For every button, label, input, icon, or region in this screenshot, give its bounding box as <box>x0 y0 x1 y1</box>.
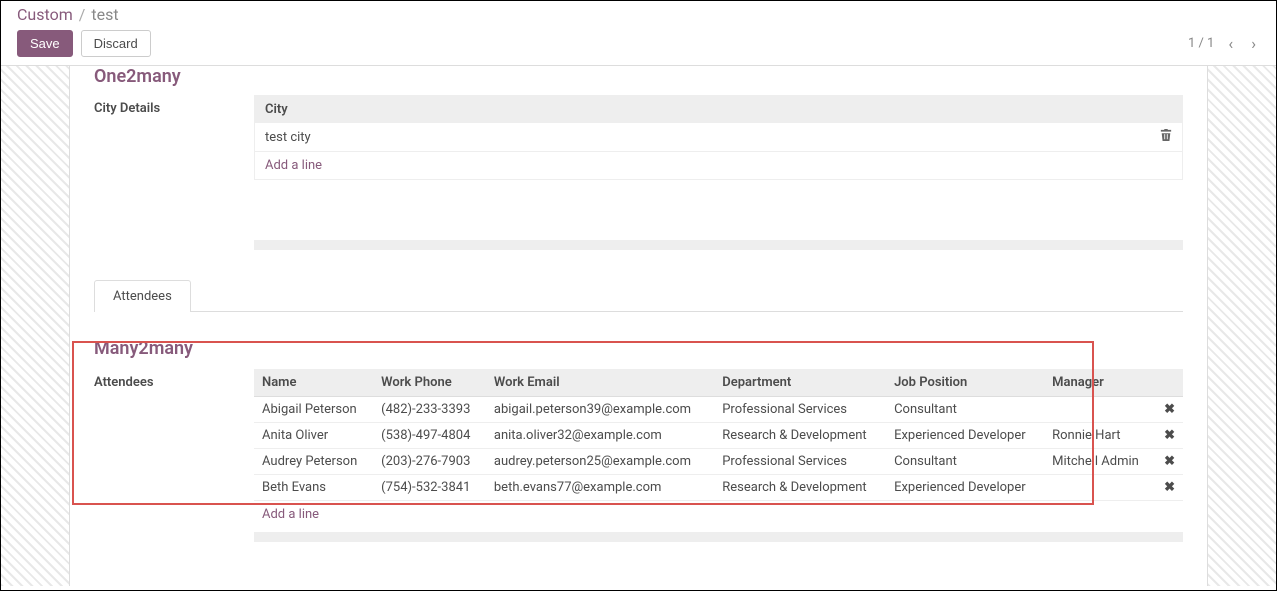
cell-phone: (538)-497-4804 <box>373 423 486 449</box>
scrollbar[interactable] <box>254 240 1183 250</box>
cell-mgr: Mitchell Admin <box>1044 449 1154 475</box>
save-button[interactable]: Save <box>17 30 73 57</box>
col-phone: Work Phone <box>373 369 486 397</box>
cell-name: Anita Oliver <box>254 423 373 449</box>
breadcrumb: Custom / test <box>17 5 1260 24</box>
close-icon[interactable]: ✖ <box>1154 475 1183 501</box>
pager-prev-icon[interactable]: ‹ <box>1224 34 1237 53</box>
cell-job: Experienced Developer <box>886 423 1044 449</box>
cell-job: Experienced Developer <box>886 475 1044 501</box>
pager-text: 1 / 1 <box>1188 36 1214 51</box>
cell-email: audrey.peterson25@example.com <box>486 449 714 475</box>
table-row[interactable]: Anita Oliver(538)-497-4804anita.oliver32… <box>254 423 1183 449</box>
cell-dept: Professional Services <box>714 397 886 423</box>
breadcrumb-sep: / <box>79 5 86 24</box>
cell-job: Consultant <box>886 397 1044 423</box>
tab-attendees[interactable]: Attendees <box>94 280 191 312</box>
one2many-title: One2many <box>94 66 1183 87</box>
stripe-right <box>1208 66 1276 586</box>
cell-phone: (482)-233-3393 <box>373 397 486 423</box>
add-line-link[interactable]: Add a line <box>254 501 1183 528</box>
close-icon[interactable]: ✖ <box>1154 449 1183 475</box>
cell-dept: Professional Services <box>714 449 886 475</box>
cell-mgr: Ronnie Hart <box>1044 423 1154 449</box>
cell-name: Beth Evans <box>254 475 373 501</box>
cell-name: Abigail Peterson <box>254 397 373 423</box>
breadcrumb-module[interactable]: Custom <box>17 5 73 24</box>
cell-mgr <box>1044 397 1154 423</box>
cell-phone: (754)-532-3841 <box>373 475 486 501</box>
scrollbar[interactable] <box>254 532 1183 542</box>
pager-next-icon[interactable]: › <box>1247 34 1260 53</box>
cell-mgr <box>1044 475 1154 501</box>
table-row[interactable]: Abigail Peterson(482)-233-3393abigail.pe… <box>254 397 1183 423</box>
cell-dept: Research & Development <box>714 475 886 501</box>
cell-email: anita.oliver32@example.com <box>486 423 714 449</box>
trash-icon[interactable] <box>1160 128 1172 146</box>
col-dept: Department <box>714 369 886 397</box>
col-mgr: Manager <box>1044 369 1154 397</box>
attendees-label: Attendees <box>94 369 254 542</box>
table-row[interactable]: Audrey Peterson(203)-276-7903audrey.pete… <box>254 449 1183 475</box>
col-job: Job Position <box>886 369 1044 397</box>
city-cell: test city <box>265 130 1160 145</box>
add-line-link[interactable]: Add a line <box>255 152 1182 179</box>
cell-job: Consultant <box>886 449 1044 475</box>
close-icon[interactable]: ✖ <box>1154 397 1183 423</box>
city-column-header: City <box>255 96 1182 123</box>
cell-name: Audrey Peterson <box>254 449 373 475</box>
table-row[interactable]: Beth Evans(754)-532-3841beth.evans77@exa… <box>254 475 1183 501</box>
col-name: Name <box>254 369 373 397</box>
stripe-left <box>1 66 69 586</box>
close-icon[interactable]: ✖ <box>1154 423 1183 449</box>
cell-email: abigail.peterson39@example.com <box>486 397 714 423</box>
discard-button[interactable]: Discard <box>81 30 151 57</box>
cell-email: beth.evans77@example.com <box>486 475 714 501</box>
table-row[interactable]: test city <box>255 123 1182 152</box>
many2many-title: Many2many <box>94 338 1183 359</box>
breadcrumb-current: test <box>91 5 118 24</box>
col-email: Work Email <box>486 369 714 397</box>
cell-dept: Research & Development <box>714 423 886 449</box>
city-details-label: City Details <box>94 95 254 250</box>
cell-phone: (203)-276-7903 <box>373 449 486 475</box>
